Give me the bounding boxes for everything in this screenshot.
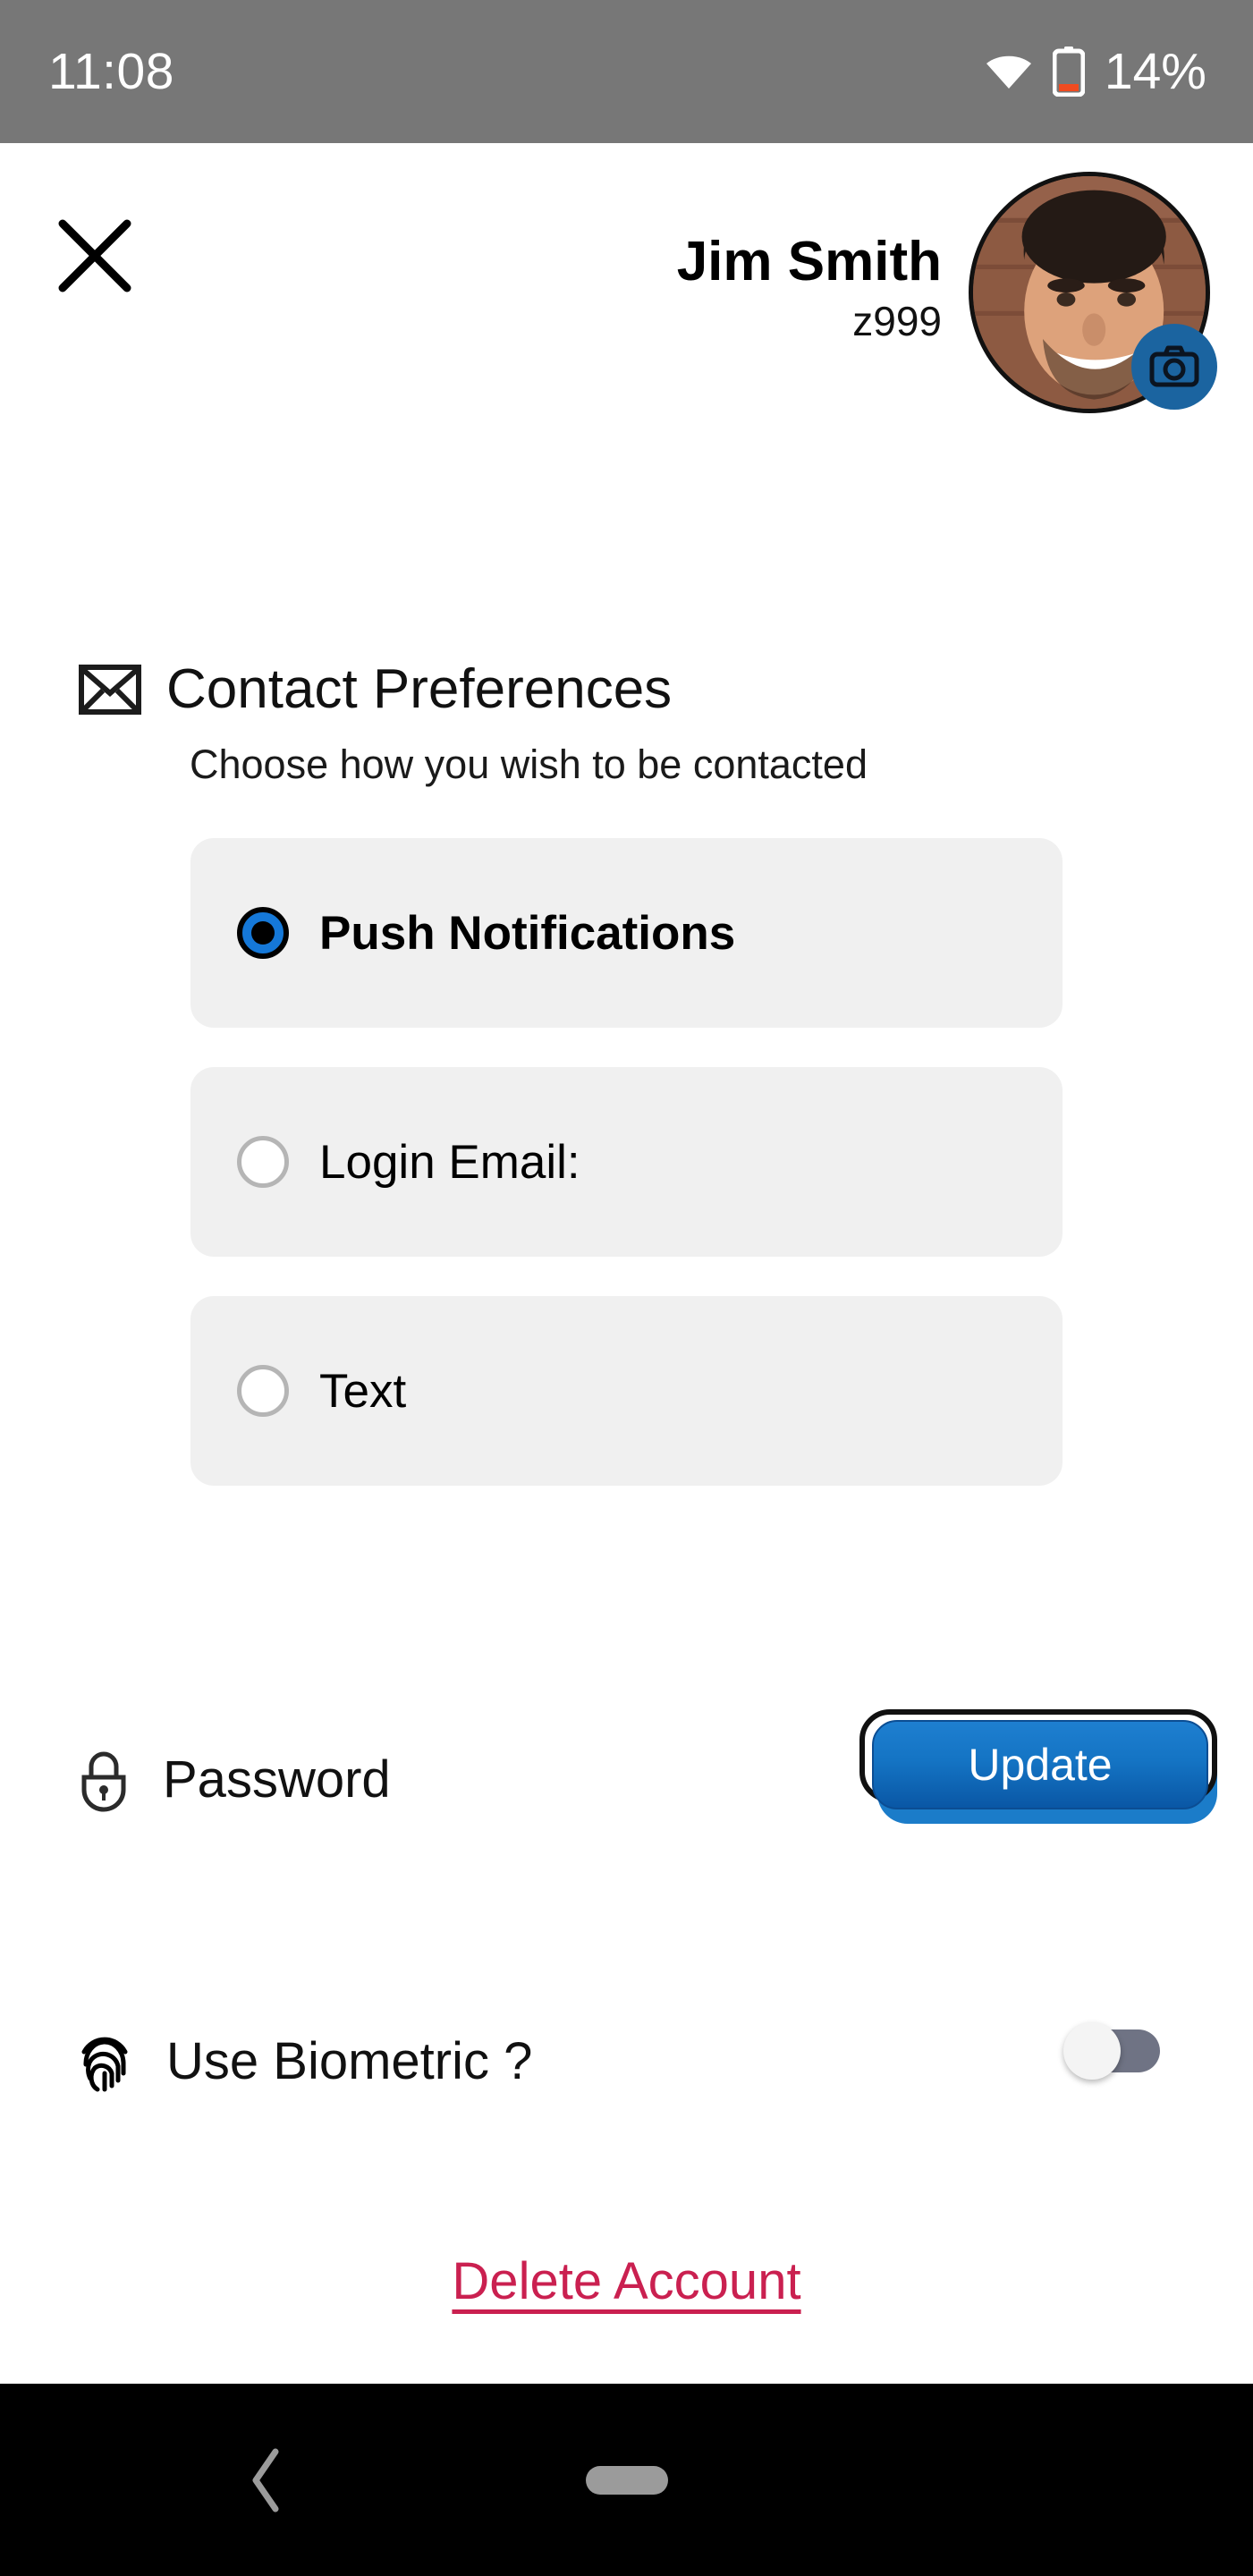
avatar-wrapper <box>969 172 1217 413</box>
status-indicators: 14% <box>985 42 1206 100</box>
status-time: 11:08 <box>48 42 174 100</box>
back-chevron-icon[interactable] <box>240 2445 293 2516</box>
update-button-label: Update <box>968 1740 1113 1790</box>
contact-preferences-section: Contact Preferences Choose how you wish … <box>0 662 1253 1486</box>
battery-percent-label: 14% <box>1104 42 1206 100</box>
section-subtitle: Choose how you wish to be contacted <box>190 741 868 787</box>
status-bar: 11:08 14% <box>0 0 1253 143</box>
radio-label: Text <box>319 1364 407 1418</box>
radio-indicator[interactable] <box>237 1365 289 1417</box>
radio-option-push-notifications[interactable]: Push Notifications <box>190 838 1063 1028</box>
radio-label: Login Email: <box>319 1135 580 1189</box>
radio-indicator[interactable] <box>237 1136 289 1188</box>
password-row: Password Update <box>0 1704 1253 1856</box>
contact-method-radio-group: Push Notifications Login Email: Text <box>0 838 1253 1486</box>
battery-low-icon <box>1052 47 1085 97</box>
password-label: Password <box>163 1750 391 1809</box>
app-screen: 11:08 14% Jim Smith z999 Contact Prefere… <box>0 0 1253 2576</box>
toggle-knob <box>1063 2022 1121 2080</box>
contact-preferences-header: Contact Preferences <box>0 662 1253 717</box>
section-title: Contact Preferences <box>166 658 673 720</box>
user-id: z999 <box>852 297 942 344</box>
biometric-toggle[interactable] <box>1063 2022 1160 2080</box>
delete-account-link[interactable]: Delete Account <box>452 2252 800 2310</box>
update-password-button[interactable]: Update <box>859 1709 1217 1824</box>
close-icon[interactable] <box>54 215 136 297</box>
system-navigation-bar <box>0 2384 1253 2576</box>
page-header: Jim Smith z999 <box>0 143 1253 447</box>
radio-option-text[interactable]: Text <box>190 1296 1063 1486</box>
delete-account-row: Delete Account <box>0 2256 1253 2308</box>
biometric-row: Use Biometric ? <box>0 2008 1253 2115</box>
radio-option-login-email[interactable]: Login Email: <box>190 1067 1063 1257</box>
button-face: Update <box>872 1720 1208 1809</box>
user-name: Jim Smith <box>676 230 942 292</box>
radio-indicator-selected[interactable] <box>237 907 289 959</box>
home-pill-icon[interactable] <box>585 2465 668 2495</box>
profile-block: Jim Smith z999 <box>677 172 1217 413</box>
envelope-icon <box>79 665 141 715</box>
camera-icon[interactable] <box>1131 324 1217 410</box>
biometric-label: Use Biometric ? <box>166 2032 533 2090</box>
wifi-icon <box>985 53 1033 90</box>
fingerprint-icon <box>0 2027 132 2097</box>
lock-icon <box>0 1747 129 1813</box>
radio-label: Push Notifications <box>319 906 736 960</box>
profile-text: Jim Smith z999 <box>677 231 942 355</box>
